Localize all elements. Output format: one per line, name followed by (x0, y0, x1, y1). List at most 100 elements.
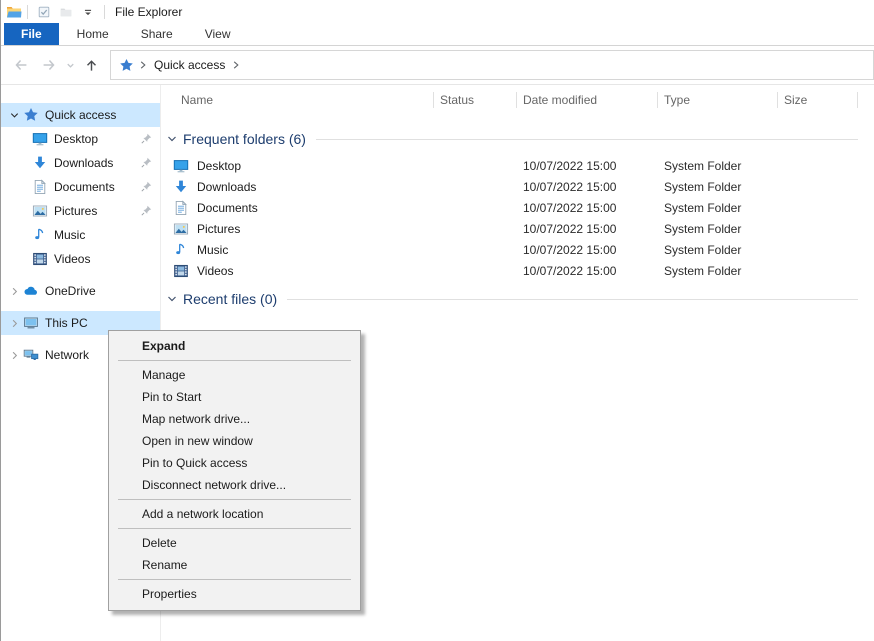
cell-date-modified: 10/07/2022 15:00 (517, 222, 658, 236)
pin-icon (140, 132, 153, 145)
chevron-right-icon[interactable] (7, 350, 21, 361)
cell-date-modified: 10/07/2022 15:00 (517, 180, 658, 194)
sidebar-item-desktop[interactable]: Desktop (1, 127, 160, 151)
cell-name: Pictures (161, 221, 434, 237)
chevron-right-icon[interactable] (7, 286, 21, 297)
back-button[interactable] (7, 50, 35, 80)
breadcrumb-chevron-icon[interactable] (138, 60, 148, 70)
cell-type: System Folder (658, 201, 778, 215)
file-name: Downloads (197, 180, 256, 194)
chevron-right-icon[interactable] (7, 318, 21, 329)
file-row-pictures[interactable]: Pictures 10/07/2022 15:00System Folder (161, 218, 858, 239)
column-header-label: Status (440, 93, 474, 107)
menu-item-open-in-new-window[interactable]: Open in new window (109, 430, 360, 452)
column-header-name[interactable]: Name (161, 85, 434, 115)
quick-access-star-icon (119, 58, 134, 73)
up-button[interactable] (78, 50, 105, 80)
cell-type: System Folder (658, 264, 778, 278)
tab-file[interactable]: File (4, 23, 59, 45)
file-name: Pictures (197, 222, 240, 236)
recent-locations-dropdown[interactable] (63, 50, 78, 80)
network-icon (23, 347, 39, 363)
column-header-date-modified[interactable]: Date modified (517, 85, 658, 115)
menu-item-map-network-drive[interactable]: Map network drive... (109, 408, 360, 430)
menu-item-delete[interactable]: Delete (109, 532, 360, 554)
file-explorer-window: File Explorer File HomeShareView Quick ac… (0, 0, 874, 641)
ribbon-tabs: File HomeShareView (1, 23, 874, 46)
tab-label: File (21, 27, 42, 41)
menu-item-properties[interactable]: Properties (109, 583, 360, 605)
group-chevron-down-icon[interactable] (166, 133, 178, 145)
chevron-down-icon[interactable] (7, 110, 21, 121)
file-row-music[interactable]: Music10/07/2022 15:00System Folder (161, 239, 858, 260)
sidebar-item-downloads[interactable]: Downloads (1, 151, 160, 175)
navigation-bar: Quick access (1, 46, 874, 85)
file-row-documents[interactable]: Documents 10/07/2022 15:00System Folder (161, 197, 858, 218)
group-divider-line (316, 139, 858, 140)
file-name: Videos (197, 264, 233, 278)
cell-name: Videos (161, 263, 434, 279)
music-icon (173, 242, 189, 258)
menu-item-pin-to-quick-access[interactable]: Pin to Quick access (109, 452, 360, 474)
quick-access-star-icon (23, 107, 39, 123)
menu-item-rename[interactable]: Rename (109, 554, 360, 576)
column-header-size[interactable]: Size (778, 85, 858, 115)
menu-separator (118, 579, 351, 580)
sidebar-item-label: This PC (45, 316, 88, 330)
menu-item-expand[interactable]: Expand (109, 335, 360, 357)
column-header-status[interactable]: Status (434, 85, 517, 115)
pictures-icon (32, 203, 48, 219)
menu-item-add-a-network-location[interactable]: Add a network location (109, 503, 360, 525)
documents-icon (173, 200, 189, 216)
column-headers: Name Status Date modified Type Size (161, 85, 874, 115)
videos-icon (32, 251, 48, 267)
menu-separator (118, 528, 351, 529)
sidebar-item-documents[interactable]: Documents (1, 175, 160, 199)
tab-home[interactable]: Home (63, 23, 123, 45)
column-header-label: Type (664, 93, 690, 107)
column-header-type[interactable]: Type (658, 85, 778, 115)
tab-view[interactable]: View (191, 23, 245, 45)
sidebar-item-videos[interactable]: Videos (1, 247, 160, 271)
cell-date-modified: 10/07/2022 15:00 (517, 201, 658, 215)
sidebar-item-label: Quick access (45, 108, 116, 122)
titlebar-separator (27, 5, 28, 19)
group-label: Frequent folders (6) (183, 131, 306, 147)
menu-item-pin-to-start[interactable]: Pin to Start (109, 386, 360, 408)
explorer-folder-icon (6, 4, 22, 20)
file-name: Documents (197, 201, 258, 215)
onedrive-icon (23, 283, 39, 299)
tab-share[interactable]: Share (127, 23, 187, 45)
menu-item-disconnect-network-drive[interactable]: Disconnect network drive... (109, 474, 360, 496)
pictures-icon (173, 221, 189, 237)
menu-item-manage[interactable]: Manage (109, 364, 360, 386)
downloads-icon (173, 179, 189, 195)
sidebar-item-pictures[interactable]: Pictures (1, 199, 160, 223)
sidebar-item-quick-access[interactable]: Quick access (1, 103, 160, 127)
sidebar-item-onedrive[interactable]: OneDrive (1, 279, 160, 303)
item-groups: Frequent folders (6)Desktop10/07/2022 15… (161, 115, 858, 309)
file-row-desktop[interactable]: Desktop10/07/2022 15:00System Folder (161, 155, 858, 176)
group-header-recent-files-0[interactable]: Recent files (0) (161, 289, 858, 309)
breadcrumb-chevron-icon[interactable] (231, 60, 241, 70)
desktop-icon (173, 158, 189, 174)
cell-type: System Folder (658, 222, 778, 236)
cell-name: Music (161, 242, 434, 258)
group-header-frequent-folders-6[interactable]: Frequent folders (6) (161, 129, 858, 149)
address-bar[interactable]: Quick access (110, 50, 874, 80)
pin-icon (140, 204, 153, 217)
forward-button[interactable] (35, 50, 63, 80)
file-name: Desktop (197, 159, 241, 173)
cell-name: Documents (161, 200, 434, 216)
window-title: File Explorer (115, 5, 182, 19)
sidebar-item-label: OneDrive (45, 284, 96, 298)
sidebar-item-music[interactable]: Music (1, 223, 160, 247)
breadcrumb-quick-access[interactable]: Quick access (154, 58, 225, 72)
column-header-label: Size (784, 93, 807, 107)
qat-new-folder-button[interactable] (55, 2, 77, 22)
qat-properties-check-button[interactable] (33, 2, 55, 22)
group-chevron-down-icon[interactable] (166, 293, 178, 305)
file-row-downloads[interactable]: Downloads10/07/2022 15:00System Folder (161, 176, 858, 197)
qat-qat-dropdown-button[interactable] (77, 2, 99, 22)
file-row-videos[interactable]: Videos10/07/2022 15:00System Folder (161, 260, 858, 281)
